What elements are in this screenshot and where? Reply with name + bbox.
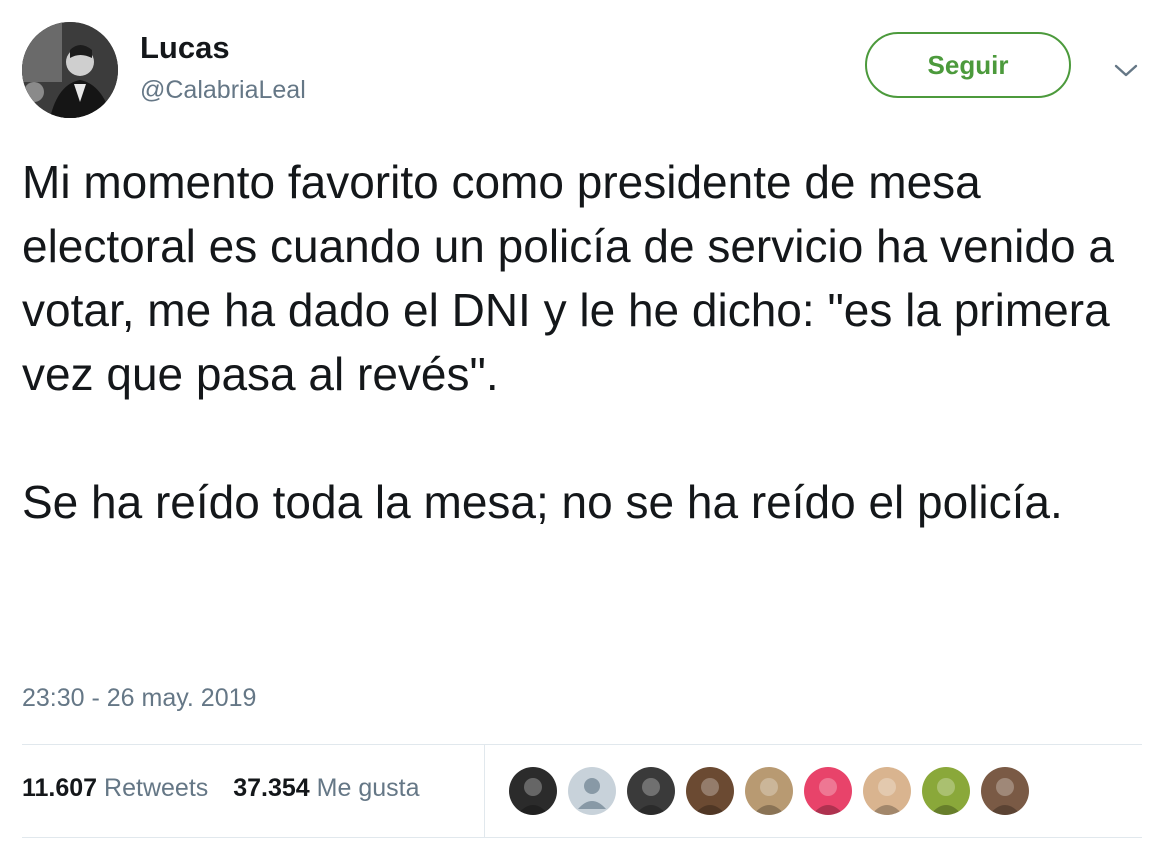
author-avatar[interactable] <box>22 22 118 118</box>
tweet-stats: 11.607 Retweets 37.354 Me gusta <box>22 774 437 803</box>
divider <box>22 744 1142 745</box>
likes-label: Me gusta <box>316 774 420 802</box>
tweet-paragraph: Se ha reído toda la mesa; no se ha reído… <box>22 476 1063 528</box>
liker-avatars <box>509 767 1040 817</box>
retweets-count: 11.607 <box>22 774 98 802</box>
liker-avatar-1[interactable] <box>509 767 557 815</box>
avatar-photo-icon <box>635 778 667 815</box>
author-display-name[interactable]: Lucas <box>140 30 230 66</box>
likes-count: 37.354 <box>233 774 310 802</box>
avatar-photo-icon <box>930 778 962 815</box>
liker-avatar-5[interactable] <box>745 767 793 815</box>
chevron-down-icon[interactable] <box>1112 58 1140 82</box>
liker-avatar-6[interactable] <box>804 767 852 815</box>
retweets-stat[interactable]: 11.607 Retweets <box>22 774 208 803</box>
avatar-photo-icon <box>517 778 549 815</box>
follow-button[interactable]: Seguir <box>865 32 1071 98</box>
liker-avatar-3[interactable] <box>627 767 675 815</box>
avatar-photo-icon <box>812 778 844 815</box>
divider <box>22 837 1142 838</box>
liker-avatar-8[interactable] <box>922 767 970 815</box>
default-profile-icon <box>578 778 606 809</box>
stats-separator <box>484 744 485 837</box>
author-handle[interactable]: @CalabriaLeal <box>140 76 306 105</box>
retweets-label: Retweets <box>104 774 209 802</box>
likes-stat[interactable]: 37.354 Me gusta <box>233 774 419 803</box>
liker-avatar-2[interactable] <box>568 767 616 815</box>
liker-avatar-9[interactable] <box>981 767 1029 815</box>
tweet-timestamp[interactable]: 23:30 - 26 may. 2019 <box>22 684 256 713</box>
profile-photo-icon <box>22 22 118 118</box>
tweet-paragraph: Mi momento favorito como presidente de m… <box>22 156 1114 400</box>
avatar-photo-icon <box>989 778 1021 815</box>
avatar-photo-icon <box>694 778 726 815</box>
avatar-photo-icon <box>871 778 903 815</box>
avatar-photo-icon <box>753 778 785 815</box>
tweet-text: Mi momento favorito como presidente de m… <box>22 150 1152 534</box>
liker-avatar-7[interactable] <box>863 767 911 815</box>
liker-avatar-4[interactable] <box>686 767 734 815</box>
